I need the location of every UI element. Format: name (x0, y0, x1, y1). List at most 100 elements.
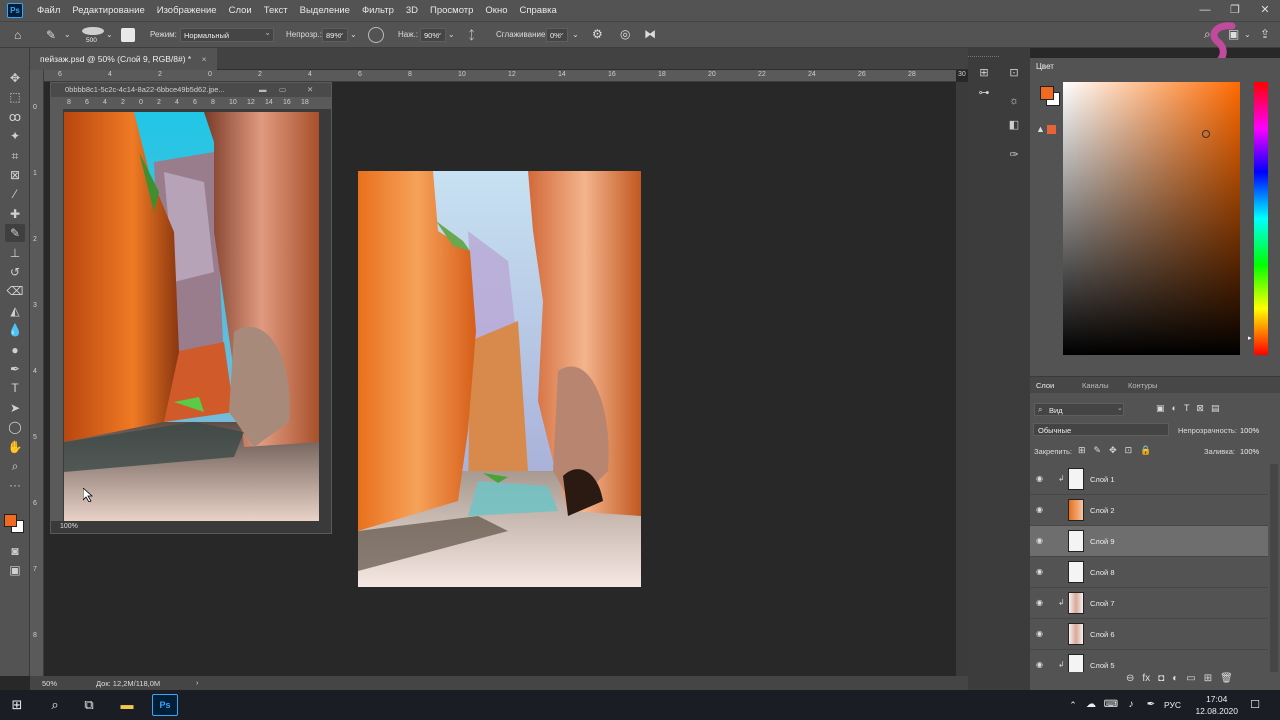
pen-tool-icon[interactable]: ✒ (5, 360, 25, 378)
gear-icon[interactable]: ⚙ (592, 27, 603, 41)
share-icon[interactable]: ⇪ (1260, 27, 1270, 41)
hue-slider[interactable]: ▸ (1248, 82, 1268, 355)
tab-layers-2[interactable]: Контуры (1128, 381, 1157, 390)
opacity-input[interactable]: 89% (322, 27, 348, 42)
menu-item[interactable]: Изображение (151, 0, 223, 21)
menu-item[interactable]: Справка (514, 0, 563, 21)
eye-icon[interactable]: ◉ (1036, 660, 1046, 670)
frame-tool-icon[interactable]: ⊠ (5, 166, 25, 184)
chevron-down-icon[interactable]: ⌄ (106, 28, 113, 42)
ref-close-icon[interactable]: ✕ (307, 83, 313, 97)
ref-minimize-icon[interactable]: ▬ (259, 83, 267, 97)
status-zoom[interactable]: 50% (42, 679, 57, 688)
clone-stamp-tool-icon[interactable]: ⊥ (5, 244, 25, 262)
eyedropper-tool-icon[interactable]: ⁄ (5, 185, 25, 203)
color-picker-handle[interactable] (1202, 130, 1210, 138)
hand-tool-icon[interactable]: ✋ (5, 438, 25, 456)
windows-start-icon[interactable]: ⊞ (6, 695, 28, 715)
chevron-down-icon[interactable]: ⌄ (64, 28, 71, 42)
onedrive-icon[interactable]: ☁ (1080, 695, 1102, 715)
menu-item[interactable]: Выделение (294, 0, 356, 21)
flow-input[interactable]: 90% (420, 27, 446, 42)
eraser-tool-icon[interactable]: ⌫ (5, 282, 25, 300)
layer-row[interactable]: ◉ Слой 9 (1030, 526, 1268, 557)
menu-item[interactable]: Редактирование (66, 0, 150, 21)
layer-row[interactable]: ◉ Слой 2 (1030, 495, 1268, 526)
eye-icon[interactable]: ◉ (1036, 505, 1046, 515)
more-tools-icon[interactable]: ··· (5, 476, 25, 494)
brush-tool-icon[interactable]: ✎ (46, 28, 56, 42)
chevron-down-icon[interactable]: ⌄ (350, 28, 357, 42)
painting-canvas[interactable] (358, 171, 641, 587)
quick-mask-icon[interactable]: ◙ (5, 542, 25, 560)
hue-slider-handle[interactable]: ▸ (1248, 334, 1252, 342)
dodge-tool-icon[interactable]: ● (5, 341, 25, 359)
reference-window[interactable]: 0bbbb8c1-5c2c-4c14-8a22-6bbce49b5d62.jpe… (50, 82, 332, 534)
foreground-color-swatch[interactable] (1040, 86, 1054, 100)
mask-icon[interactable]: ◘ (1158, 673, 1164, 684)
eye-icon[interactable]: ◉ (1036, 474, 1046, 484)
pen-icon[interactable]: ✒ (1140, 695, 1162, 715)
menu-item[interactable]: Слои (223, 0, 258, 21)
chevron-down-icon[interactable]: ⌄ (448, 28, 455, 42)
layer-opacity-value[interactable]: 100% (1240, 426, 1259, 435)
history-brush-tool-icon[interactable]: ↺ (5, 263, 25, 281)
tab-layers-0[interactable]: Слои (1036, 381, 1054, 390)
shape-tool-icon[interactable]: ◯ (5, 418, 25, 436)
mode-select[interactable]: Нормальный (180, 27, 274, 42)
screen-mode-icon[interactable]: ▣ (5, 561, 25, 579)
maximize-button[interactable]: ❐ (1220, 0, 1250, 21)
zoom-tool-icon[interactable]: ⌕ (5, 457, 25, 475)
crop-tool-icon[interactable]: ⌗ (5, 147, 25, 165)
brush-preset-preview[interactable] (80, 25, 106, 37)
notifications-icon[interactable]: ☐ (1244, 695, 1266, 715)
quick-select-tool-icon[interactable]: ✦ (5, 127, 25, 145)
move-tool-icon[interactable]: ✥ (5, 69, 25, 87)
layer-comps-icon[interactable]: ◧ (1005, 116, 1023, 134)
menu-item[interactable]: Текст (258, 0, 294, 21)
search-icon[interactable]: ⌕ (44, 695, 66, 715)
chevron-down-icon[interactable]: ⌄ (572, 28, 579, 42)
tab-layers-1[interactable]: Каналы (1082, 381, 1109, 390)
link-layers-icon[interactable]: ⊖ (1126, 673, 1134, 684)
layer-filter-icons[interactable]: ▣◐T⊠▤ (1156, 403, 1226, 414)
blend-mode-select[interactable]: Обычные (1033, 423, 1169, 436)
path-select-tool-icon[interactable]: ➤ (5, 399, 25, 417)
history-icon[interactable]: ⊞ (975, 64, 993, 82)
eye-icon[interactable]: ◉ (1036, 567, 1046, 577)
healing-tool-icon[interactable]: ✚ (5, 205, 25, 223)
fx-icon[interactable]: fx (1142, 673, 1150, 684)
tab-color[interactable]: Цвет (1036, 62, 1054, 71)
layer-row[interactable]: ◉ Слой 6 (1030, 619, 1268, 650)
minimize-button[interactable]: — (1190, 0, 1220, 21)
home-icon[interactable]: ⌂ (14, 28, 21, 42)
smoothing-input[interactable]: 0% (546, 27, 568, 42)
layers-scrollbar[interactable] (1270, 464, 1278, 672)
volume-icon[interactable]: ♪ (1120, 695, 1142, 715)
color-picker-field[interactable] (1063, 82, 1240, 355)
marquee-tool-icon[interactable]: ⬚ (5, 88, 25, 106)
layer-row[interactable]: ◉ ↲ Слой 1 (1030, 464, 1268, 495)
layer-row[interactable]: ◉ Слой 8 (1030, 557, 1268, 588)
photoshop-taskbar-icon[interactable]: Ps (152, 694, 178, 716)
pressure-opacity-icon[interactable] (368, 27, 384, 43)
type-tool-icon[interactable]: T (5, 379, 25, 397)
eye-icon[interactable]: ◉ (1036, 629, 1046, 639)
airbrush-icon[interactable]: ᛨ (468, 28, 475, 42)
properties-icon[interactable]: ⊡ (1005, 64, 1023, 82)
gamut-color-swatch[interactable] (1047, 125, 1056, 134)
brush-settings-panel-icon[interactable]: ✑ (1005, 146, 1023, 164)
network-icon[interactable]: ⌨ (1100, 695, 1122, 715)
lock-icons[interactable]: ⊞✎✥⊡🔒 (1078, 445, 1159, 456)
task-view-icon[interactable]: ⧉ (78, 695, 100, 715)
adjustment-layer-icon[interactable]: ◐ (1172, 673, 1178, 684)
blur-tool-icon[interactable]: 💧 (5, 321, 25, 339)
document-tab[interactable]: пейзаж.psd @ 50% (Слой 9, RGB/8#) * × (30, 48, 217, 70)
layer-filter-select[interactable]: ⌕ Вид ⌄ (1034, 403, 1124, 416)
menu-item[interactable]: 3D (400, 0, 424, 21)
clock[interactable]: 17:04 12.08.2020 (1195, 693, 1238, 717)
paint-bucket-tool-icon[interactable]: ◭ (5, 302, 25, 320)
file-explorer-icon[interactable]: ▬ (116, 695, 138, 715)
layer-row[interactable]: ◉ ↲ Слой 5 (1030, 650, 1268, 672)
eye-icon[interactable]: ◉ (1036, 598, 1046, 608)
